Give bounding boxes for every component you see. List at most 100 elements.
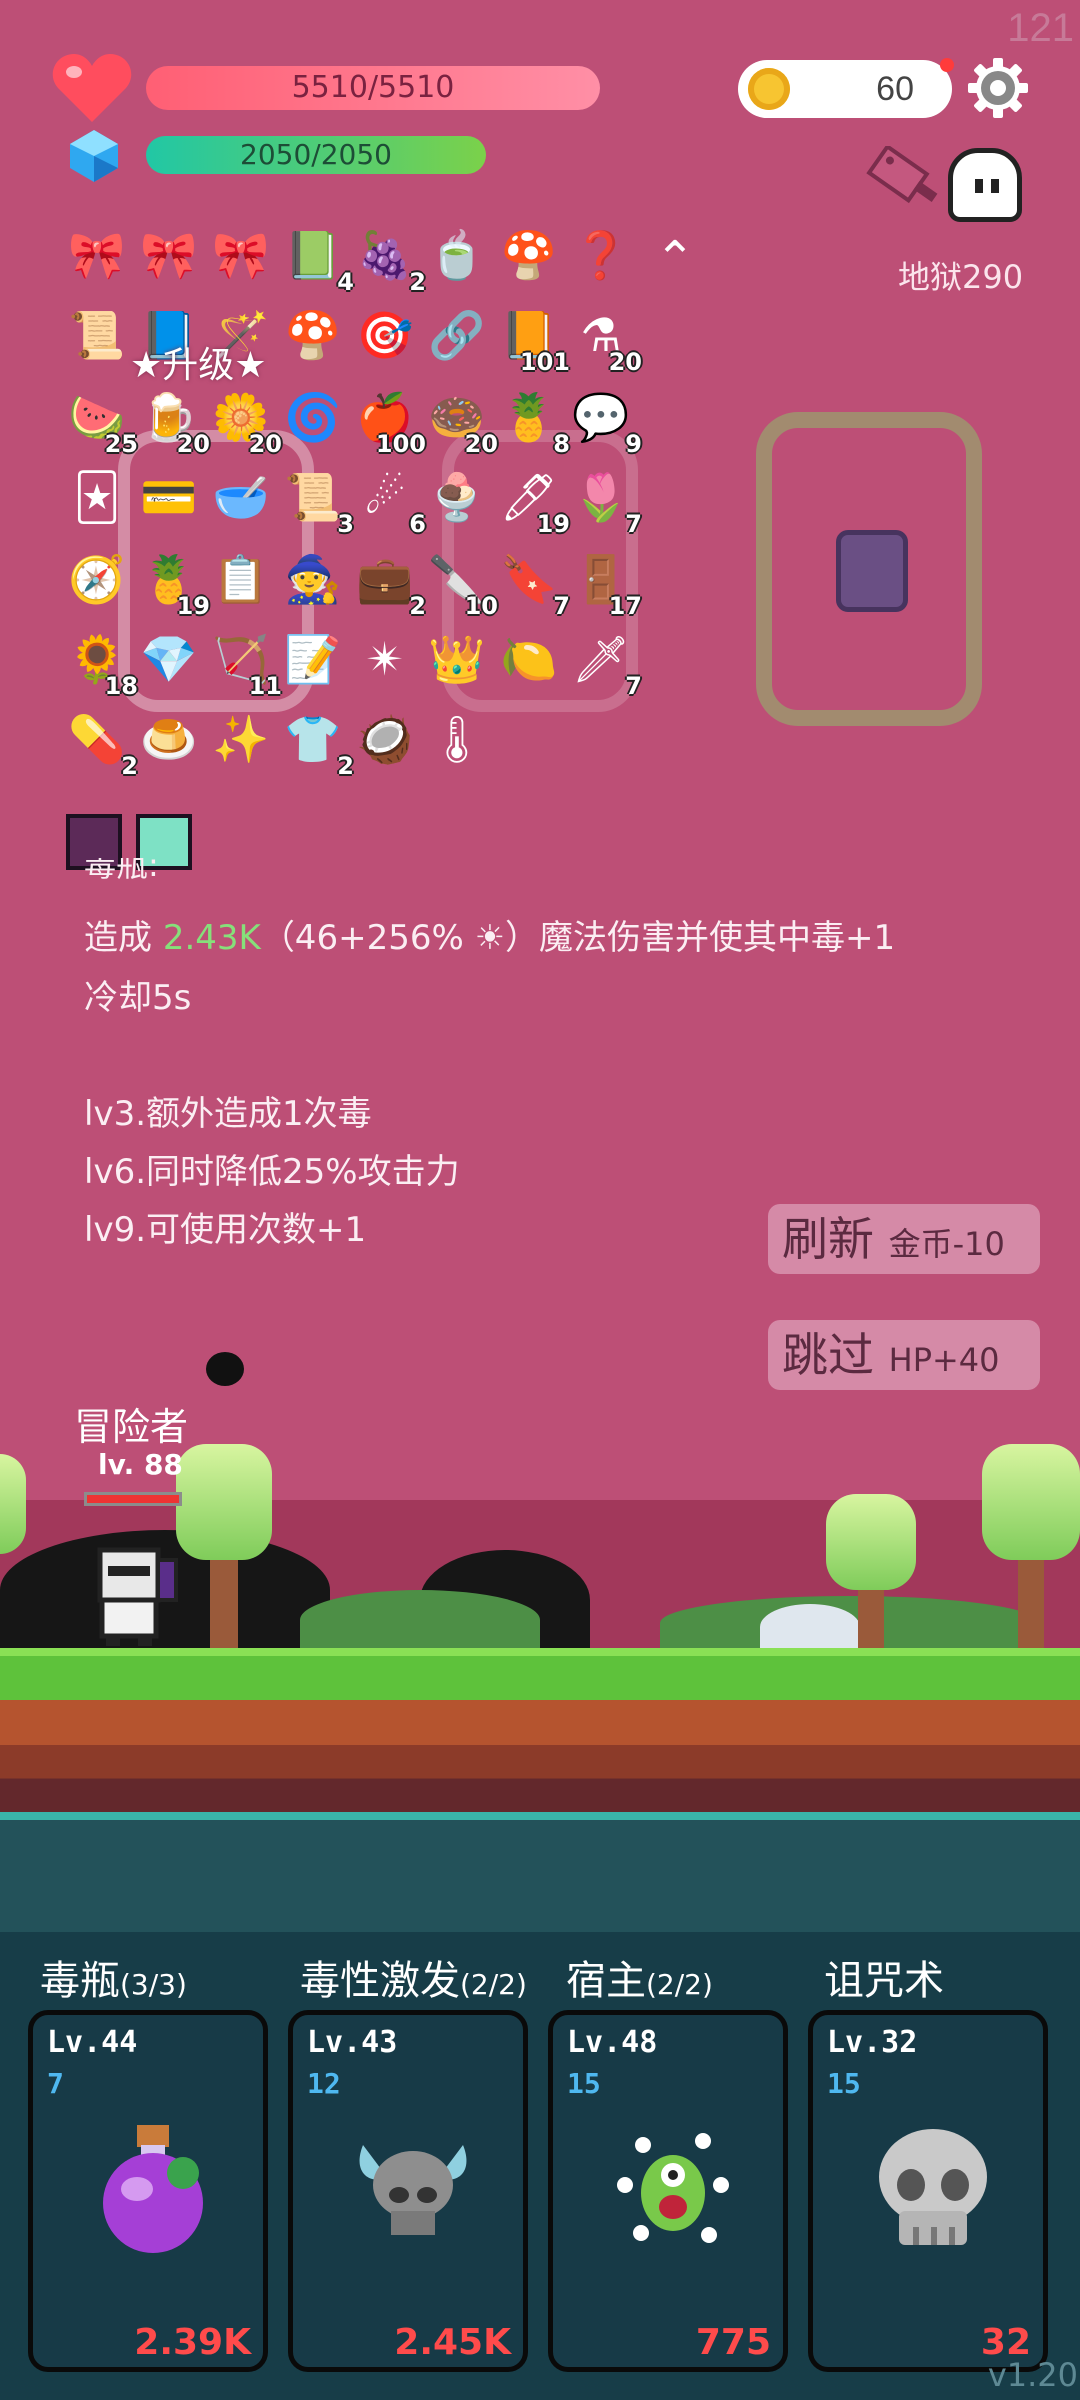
inventory-item[interactable]: 💎: [136, 626, 202, 692]
ghost-icon[interactable]: [948, 148, 1022, 222]
inventory-item[interactable]: 🍎 100: [352, 384, 426, 456]
skill-card-toxic-burst[interactable]: Lv.43 12 2.45K: [288, 2010, 528, 2372]
inventory-item[interactable]: 🌡: [424, 706, 490, 772]
inventory-item[interactable]: 🃏: [64, 464, 130, 530]
inventory-item[interactable]: 🍍 8: [496, 384, 570, 456]
hp-text: 5510/5510: [291, 70, 455, 105]
inventory-item[interactable]: 📙 101: [496, 302, 570, 374]
inventory-item[interactable]: 🎀: [136, 222, 202, 288]
inventory-item[interactable]: 🗡 7: [568, 626, 642, 698]
inventory-item[interactable]: 🚪 17: [568, 546, 642, 618]
inventory-item[interactable]: 🏹 11: [208, 626, 282, 698]
inventory-item[interactable]: 💊 2: [64, 706, 138, 778]
inventory-item[interactable]: 💳: [136, 464, 202, 530]
item-icon: 🎀: [140, 228, 198, 282]
item-icon: 💬: [572, 390, 630, 444]
skill-damage: 2.39K: [134, 2322, 251, 2363]
chevron-up-icon[interactable]: ⌃: [648, 232, 702, 286]
inventory-item[interactable]: 🍄: [496, 222, 562, 288]
inventory-item[interactable]: ❓: [568, 222, 634, 288]
coin-counter[interactable]: 60: [738, 60, 952, 118]
inventory-item[interactable]: 🔖 7: [496, 546, 570, 618]
skill-count: (2/2): [646, 1968, 713, 2001]
knight-icon[interactable]: [88, 1546, 180, 1646]
inventory-item[interactable]: 👕 2: [280, 706, 354, 778]
item-icon: 🍵: [428, 228, 486, 282]
inventory-item[interactable]: 🔗: [424, 302, 490, 368]
item-count: 25: [104, 430, 138, 458]
inventory-item[interactable]: 📜 3: [280, 464, 354, 536]
inventory-item[interactable]: 📋: [208, 546, 274, 612]
inventory-item[interactable]: 🍺 20: [136, 384, 210, 456]
upgrade-text: 升级: [162, 345, 235, 386]
inventory-item[interactable]: 🍇 2: [352, 222, 426, 294]
inventory-item[interactable]: 🎀: [208, 222, 274, 288]
inventory-item[interactable]: 📗 4: [280, 222, 354, 294]
item-icon: 🍮: [140, 712, 198, 766]
inventory-item[interactable]: 🍩 20: [424, 384, 498, 456]
skill-number: 15: [827, 2067, 861, 2100]
potion-icon: [103, 2125, 203, 2253]
item-icon: 🌷: [572, 470, 630, 524]
inventory-item[interactable]: ✴: [352, 626, 418, 692]
desc-suffix: （46+256% ☀）魔法伤害并使其中毒+1: [260, 918, 896, 958]
tree-trunk: [1018, 1560, 1044, 1650]
upgrade-label: ★升级★: [130, 345, 267, 386]
desc-prefix: 造成: [84, 918, 163, 958]
skill-card-curse[interactable]: Lv.32 15 32: [808, 2010, 1048, 2372]
refresh-button[interactable]: 刷新 金币-10: [768, 1204, 1040, 1274]
inventory-item[interactable]: 📜: [64, 302, 130, 368]
skip-button[interactable]: 跳过 HP+40: [768, 1320, 1040, 1390]
hero-level: lv. 88: [98, 1448, 183, 1481]
inventory-item[interactable]: ✨: [208, 706, 274, 772]
item-icon: 💊: [68, 712, 126, 766]
gear-icon[interactable]: [966, 56, 1030, 120]
inventory-item[interactable]: 🌼 20: [208, 384, 282, 456]
inventory-item[interactable]: 🍨: [424, 464, 490, 530]
skill-card-host[interactable]: Lv.48 15 775: [548, 2010, 788, 2372]
inventory-item[interactable]: 🔪 10: [424, 546, 498, 618]
item-count: 9: [625, 430, 642, 458]
item-count: 100: [375, 430, 426, 458]
skill-count: (2/2): [460, 1968, 527, 2001]
skill-level: Lv.32: [827, 2025, 918, 2060]
item-icon: ☄: [364, 470, 406, 524]
inventory-item[interactable]: 🥥: [352, 706, 418, 772]
skill-level: Lv.43: [307, 2025, 398, 2060]
cleaver-icon[interactable]: [860, 146, 940, 216]
tree-trunk: [858, 1590, 884, 1650]
refresh-label: 刷新: [782, 1212, 874, 1266]
inventory-item[interactable]: 🥣: [208, 464, 274, 530]
horned-skull-icon: [359, 2145, 467, 2235]
inventory-item[interactable]: 🍵: [424, 222, 490, 288]
inventory-item[interactable]: ⚗ 20: [568, 302, 642, 374]
inventory-item[interactable]: 🌻 18: [64, 626, 138, 698]
inventory-item[interactable]: 🍋: [496, 626, 562, 692]
inventory-item[interactable]: 🍮: [136, 706, 202, 772]
inventory-item[interactable]: 🍍 19: [136, 546, 210, 618]
corner-counter: 121: [1007, 6, 1074, 50]
inventory-item[interactable]: ☄ 6: [352, 464, 426, 536]
item-icon: 💼: [356, 552, 414, 606]
inventory-item[interactable]: 👑: [424, 626, 490, 692]
inventory-item[interactable]: 📝: [280, 626, 346, 692]
hp-bar: 5510/5510: [146, 66, 600, 110]
inventory-item[interactable]: 🍄: [280, 302, 346, 368]
inventory-item[interactable]: 🧙: [280, 546, 346, 612]
inventory-item[interactable]: 💬 9: [568, 384, 642, 456]
inventory-item[interactable]: 🍉 25: [64, 384, 138, 456]
green-bush: [300, 1590, 540, 1650]
inventory-item[interactable]: 💼 2: [352, 546, 426, 618]
item-icon: 🔖: [500, 552, 558, 606]
inventory-item[interactable]: 🧭: [64, 546, 130, 612]
item-icon: 🍇: [356, 228, 414, 282]
item-icon: 🌡: [427, 712, 487, 766]
version-label: v1.20: [987, 2356, 1078, 2394]
inventory-item[interactable]: 🎯: [352, 302, 418, 368]
inventory-item[interactable]: 🎀: [64, 222, 130, 288]
inventory-item[interactable]: 🖊 19: [496, 464, 570, 536]
inventory-item[interactable]: 🌷 7: [568, 464, 642, 536]
inventory-item[interactable]: 🌀: [280, 384, 346, 450]
skill-card-poison-bottle[interactable]: Lv.44 7 2.39K: [28, 2010, 268, 2372]
skill-name: 毒性激发: [300, 1958, 460, 2004]
